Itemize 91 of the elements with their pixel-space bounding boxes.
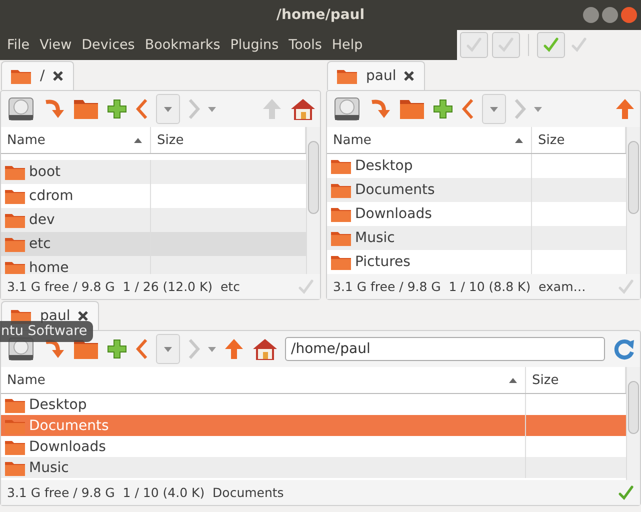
toolbar-button[interactable] (537, 32, 565, 58)
file-row[interactable]: Music (1, 457, 626, 478)
column-header[interactable]: Name (327, 127, 532, 153)
home-icon[interactable] (252, 337, 278, 361)
history-dropdown[interactable] (156, 334, 180, 364)
file-name: Music (29, 460, 69, 476)
back-icon[interactable] (135, 338, 149, 360)
window-title: /home/paul (276, 7, 365, 23)
plus-icon[interactable] (106, 338, 128, 360)
file-name: Desktop (355, 158, 413, 174)
file-name: Downloads (355, 206, 432, 222)
file-row[interactable]: Music (327, 226, 626, 250)
folder-icon (330, 229, 352, 247)
status-text: 3.1 G free / 9.8 G 1 / 26 (12.0 K) etc (7, 279, 240, 294)
menu-item[interactable]: File (2, 37, 35, 53)
file-row[interactable]: etc (1, 232, 306, 256)
folder-icon (330, 205, 352, 223)
column-header[interactable]: Name (1, 127, 151, 153)
sort-arrow-icon (509, 378, 517, 382)
drive-icon[interactable] (333, 96, 361, 122)
pane-tab[interactable]: paul (327, 61, 426, 90)
file-name: Documents (29, 418, 109, 434)
maximize-button[interactable] (602, 7, 618, 23)
up-arrow-icon[interactable] (614, 97, 636, 121)
menu-item[interactable]: Help (326, 37, 368, 53)
close-icon[interactable] (52, 71, 63, 81)
sort-arrow-icon (515, 138, 523, 142)
menu-item[interactable]: Tools (284, 37, 327, 53)
folder-icon (4, 163, 26, 181)
folder-icon (4, 259, 26, 274)
file-name: Music (355, 230, 395, 246)
menu-item[interactable]: Devices (76, 37, 140, 53)
refresh-icon[interactable] (612, 337, 636, 361)
folder-icon (330, 253, 352, 271)
tooltip: ntu Software (0, 321, 94, 342)
close-icon[interactable] (404, 71, 414, 81)
checkmark-icon (543, 37, 559, 53)
file-row[interactable]: home (1, 256, 306, 274)
file-name: Downloads (29, 438, 106, 454)
dropdown-arrow-icon[interactable] (208, 106, 216, 112)
plus-icon[interactable] (432, 98, 454, 120)
folder-icon[interactable] (73, 98, 99, 120)
menu-item[interactable]: Plugins (225, 37, 284, 53)
close-icon[interactable] (78, 311, 88, 321)
home-icon[interactable] (290, 97, 316, 121)
close-button[interactable] (621, 7, 637, 23)
caret-icon (490, 106, 498, 112)
scrollbar[interactable] (306, 127, 320, 274)
folder-icon (10, 67, 32, 85)
sort-arrow-icon (134, 138, 142, 142)
file-name: Documents (355, 182, 435, 198)
folder-icon (4, 235, 26, 253)
menu-item[interactable]: View (34, 37, 77, 53)
history-dropdown[interactable] (482, 94, 506, 124)
pane-tab[interactable]: / (1, 61, 74, 90)
folder-icon[interactable] (399, 98, 425, 120)
back-icon[interactable] (135, 98, 149, 120)
up-arrow-icon[interactable] (223, 337, 245, 361)
back-icon[interactable] (461, 98, 475, 120)
file-name: Desktop (29, 396, 87, 412)
file-row[interactable]: boot (1, 160, 306, 184)
minimize-button[interactable] (583, 7, 599, 23)
file-name: dev (29, 212, 55, 228)
drive-icon[interactable] (7, 96, 35, 122)
folder-icon (330, 157, 352, 175)
menu-item[interactable]: Bookmarks (140, 37, 226, 53)
file-name: boot (29, 164, 61, 180)
file-name: etc (29, 236, 51, 252)
folder-icon (330, 181, 352, 199)
file-row[interactable]: dev (1, 208, 306, 232)
history-dropdown[interactable] (156, 94, 180, 124)
file-name: cdrom (29, 188, 74, 204)
status-text: 3.1 G free / 9.8 G 1 / 10 (8.8 K) exam… (333, 279, 586, 294)
status-text: 3.1 G free / 9.8 G 1 / 10 (4.0 K) Documents (7, 485, 284, 500)
folder-icon (4, 187, 26, 205)
column-header[interactable]: Name (1, 367, 526, 393)
scrollbar[interactable] (626, 127, 640, 274)
file-name: home (29, 260, 69, 274)
checkmark-icon (466, 37, 482, 53)
path-field[interactable]: /home/paul (285, 337, 605, 361)
dropdown-arrow-icon[interactable] (208, 346, 216, 352)
checkmark-icon (498, 37, 514, 53)
plus-icon[interactable] (106, 98, 128, 120)
folder-icon (4, 211, 26, 229)
dropdown-arrow-icon[interactable] (534, 106, 542, 112)
scrollbar[interactable] (626, 367, 640, 480)
caret-icon (164, 346, 172, 352)
folder-icon (336, 67, 358, 85)
file-name: Pictures (355, 254, 410, 270)
file-row[interactable]: Documents (327, 178, 626, 202)
caret-icon (164, 106, 172, 112)
